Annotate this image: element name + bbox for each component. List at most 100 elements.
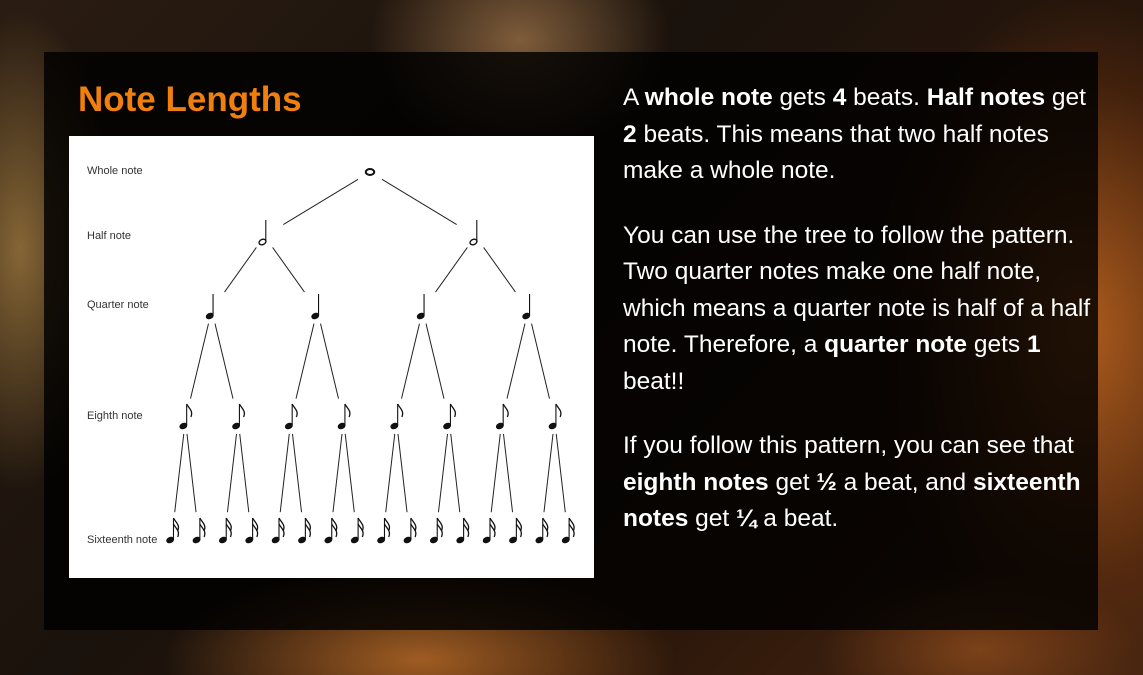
bold-text: 4	[832, 84, 847, 111]
tree-branch	[279, 433, 290, 513]
sixteenth-note-icon	[561, 517, 575, 544]
tree-branch	[186, 433, 197, 513]
slide-title: Note Lengths	[78, 80, 302, 119]
bold-text: Half notes	[926, 84, 1046, 111]
tree-branch	[224, 247, 257, 293]
quarter-note-icon	[311, 294, 320, 320]
tree-branch	[483, 247, 516, 293]
bold-text: eighth notes	[623, 468, 769, 496]
text: a beat, and	[836, 468, 973, 496]
sixteenth-note-icon	[271, 517, 285, 544]
tree-branches	[174, 178, 566, 513]
bold-text: ½	[816, 468, 837, 496]
text: get	[768, 468, 817, 496]
text: gets	[772, 84, 833, 111]
eighth-note-icon	[548, 403, 562, 430]
note-tree-diagram: Whole note Half note Quarter note Eighth…	[69, 136, 594, 578]
tree-branch	[295, 323, 315, 399]
note-flag	[397, 403, 404, 418]
tree-branch	[506, 323, 526, 399]
tree-branch	[226, 433, 238, 513]
tree-branch	[437, 433, 449, 513]
tree-branch	[502, 433, 514, 513]
tree-branch	[450, 433, 461, 513]
label-sixteenth-note: Sixteenth note	[87, 534, 157, 546]
tree-branch	[190, 323, 209, 399]
note-flag	[344, 403, 351, 418]
eighth-note-icon	[390, 403, 404, 430]
text: get	[1045, 84, 1086, 111]
tree-branch	[397, 433, 408, 513]
tree-branch	[401, 323, 420, 399]
tree-branch	[555, 433, 566, 513]
sixteenth-note-icon	[482, 517, 496, 544]
tree-branch	[283, 178, 359, 226]
tree-branch	[425, 323, 445, 399]
eighth-note-icon	[495, 403, 509, 430]
sixteenth-note-icon	[166, 517, 180, 544]
tree-branch	[490, 433, 501, 513]
sixteenth-note-icon	[456, 517, 470, 544]
sixteenth-note-icon	[509, 517, 522, 544]
bold-text: 2	[623, 120, 637, 148]
label-eighth-note: Eighth note	[87, 410, 143, 422]
bold-text: 1	[1027, 331, 1041, 358]
label-half-note: Half note	[87, 230, 131, 242]
tree-branch	[291, 433, 303, 513]
tree-branch	[385, 433, 396, 513]
whole-note-icon	[364, 168, 376, 176]
eighth-note-icon	[179, 403, 193, 430]
sixteenth-note-icon	[192, 517, 206, 544]
note-flag	[502, 403, 509, 418]
text: a beat.	[756, 505, 839, 532]
eighth-note-icon	[284, 403, 298, 430]
tree-branch	[272, 247, 305, 293]
tree-branch	[531, 323, 550, 399]
sixteenth-note-icon	[350, 517, 364, 544]
text: gets	[967, 331, 1027, 358]
text: A	[623, 84, 645, 111]
text: If you follow this pattern, you can see …	[623, 432, 1074, 459]
text: get	[688, 505, 737, 532]
note-flag	[291, 403, 298, 418]
eighth-note-icon	[337, 403, 351, 430]
quarter-note-icon	[205, 294, 214, 320]
bold-text: ¼	[736, 505, 757, 532]
tree-branch	[174, 433, 185, 513]
bold-text: quarter note	[824, 331, 968, 358]
half-note-icon	[469, 220, 478, 246]
bold-text: whole note	[644, 84, 773, 111]
tree-branch	[381, 178, 457, 226]
sixteenth-note-icon	[403, 517, 417, 544]
text: beats.	[846, 84, 927, 111]
label-quarter-note: Quarter note	[87, 299, 149, 311]
sixteenth-note-icon	[298, 517, 311, 544]
tree-branch	[214, 323, 234, 399]
note-flag	[555, 403, 562, 418]
tree-branch	[320, 323, 339, 399]
quarter-note-icon	[416, 294, 425, 320]
paragraph-quarter: You can use the tree to follow the patte…	[623, 218, 1103, 401]
tree-branch	[435, 247, 468, 293]
tree-branch	[543, 433, 554, 513]
sixteenth-note-icon	[245, 517, 259, 544]
eighth-note-icon	[232, 403, 246, 430]
tree-branch	[332, 433, 343, 513]
sixteenth-note-icon	[535, 517, 549, 544]
sixteenth-note-icon	[429, 517, 443, 544]
text: beats. This means that two half notes ma…	[623, 120, 1049, 185]
note-tree-svg: Whole note Half note Quarter note Eighth…	[87, 165, 575, 546]
explanation-text: A whole note gets 4 beats. Half notes ge…	[623, 80, 1103, 566]
note-flag	[238, 403, 246, 418]
text: beat!!	[623, 367, 685, 395]
note-flag	[449, 403, 457, 418]
notehead	[364, 168, 376, 176]
tree-branch	[239, 433, 250, 513]
half-note-icon	[258, 220, 267, 246]
tree-branch	[344, 433, 355, 513]
sixteenth-note-icon	[377, 517, 391, 544]
quarter-note-icon	[522, 294, 531, 320]
note-flag	[186, 403, 193, 418]
tree-notes	[166, 168, 575, 544]
label-whole-note: Whole note	[87, 165, 143, 177]
